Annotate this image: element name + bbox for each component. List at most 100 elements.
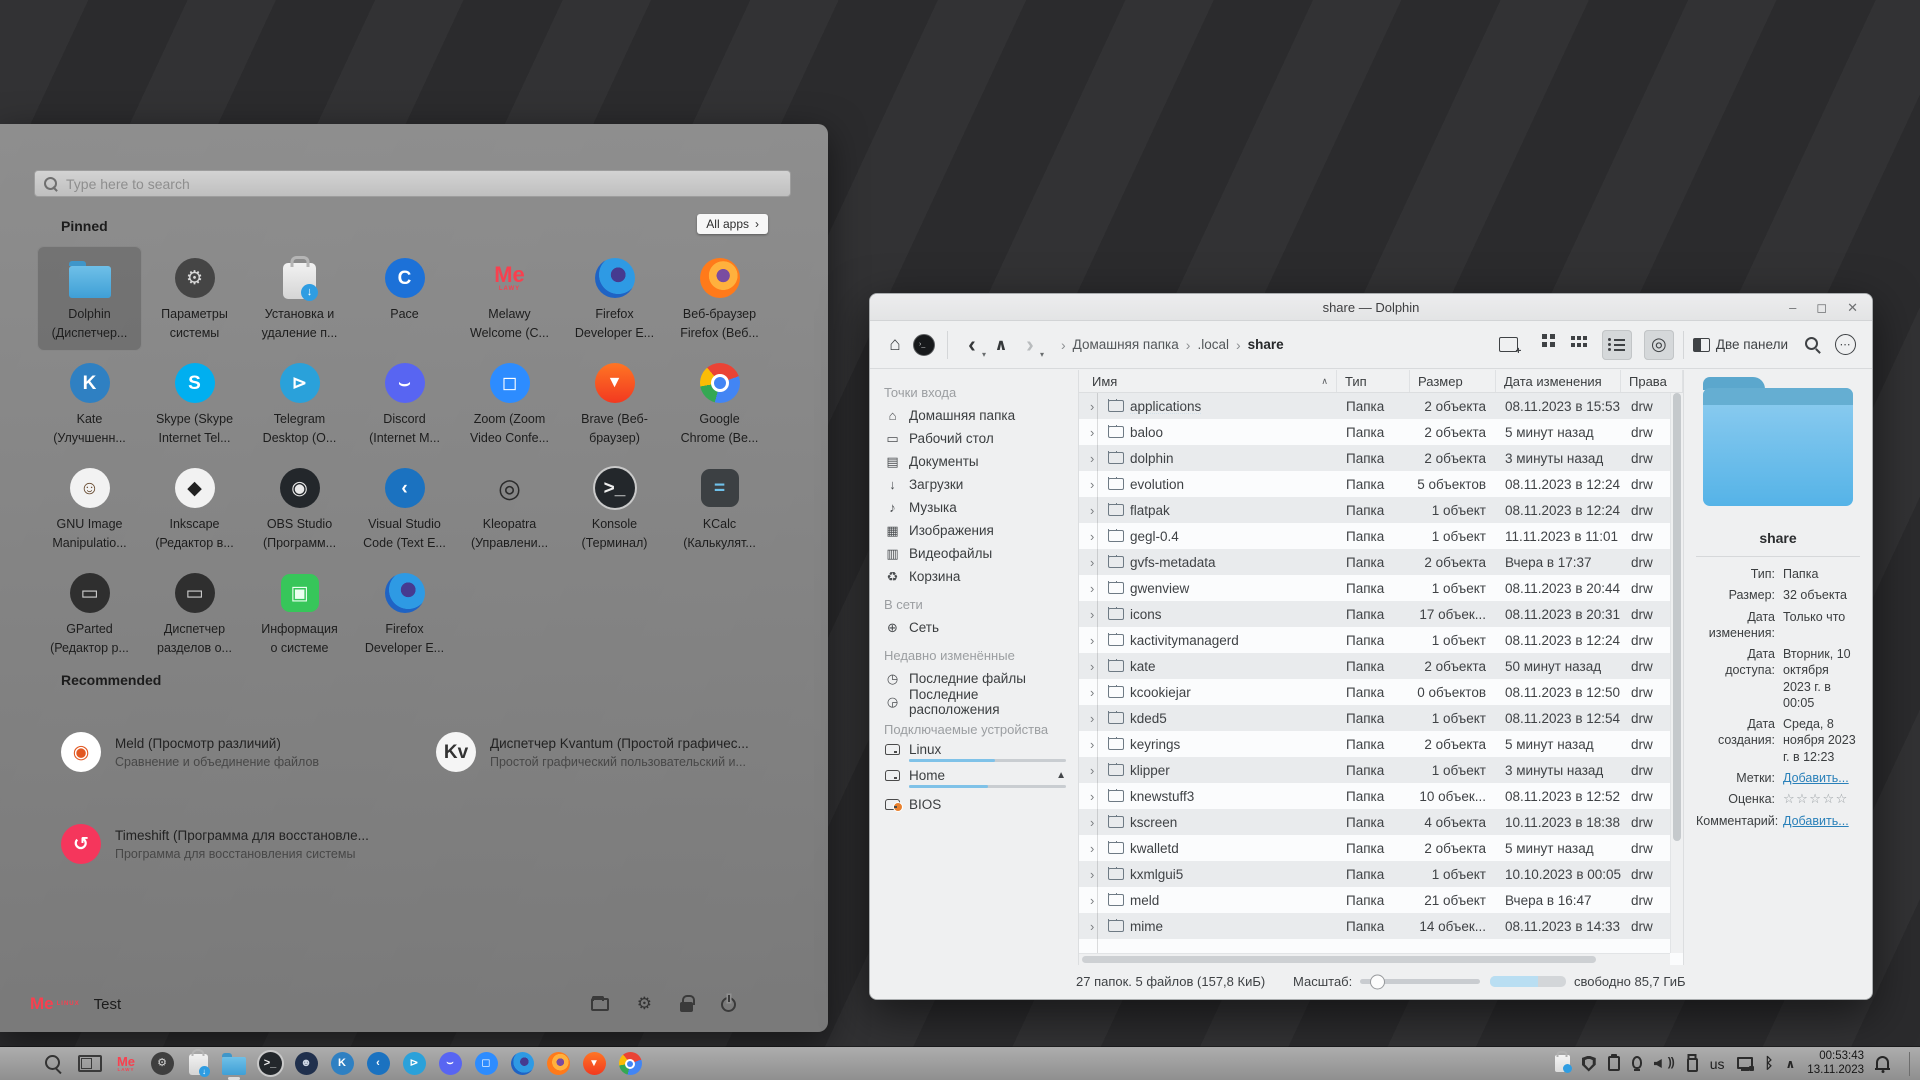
taskbar-app-discover[interactable] xyxy=(186,1052,210,1076)
konsole-profile-icon[interactable] xyxy=(913,334,935,356)
breadcrumb-local[interactable]: .local xyxy=(1197,337,1229,352)
expand-icon[interactable]: › xyxy=(1090,451,1102,466)
sidebar-item-корзина[interactable]: ♻Корзина xyxy=(870,565,1078,588)
zoom-slider[interactable] xyxy=(1360,979,1480,984)
files-button[interactable] xyxy=(591,998,609,1011)
expand-icon[interactable]: › xyxy=(1090,711,1102,726)
column-header-name[interactable]: Имя ∧ xyxy=(1079,370,1337,392)
launcher-app-skype[interactable]: SSkype (SkypeInternet Tel... xyxy=(142,351,247,456)
table-row[interactable]: ›keyringsПапка2 объекта5 минут назадdrw xyxy=(1079,731,1670,757)
split-view-button[interactable]: Две панели xyxy=(1693,330,1796,360)
expand-icon[interactable]: › xyxy=(1090,893,1102,908)
sidebar-item-последние-расположения[interactable]: ◶Последние расположения xyxy=(870,690,1078,713)
taskbar-app-chrome[interactable] xyxy=(618,1052,642,1076)
launcher-app-melawy-welcome[interactable]: MeLAWYMelawyWelcome (C... xyxy=(457,246,562,351)
back-button[interactable]: ‹▾ xyxy=(960,331,984,358)
taskbar-app-zoom[interactable]: ◻ xyxy=(474,1052,498,1076)
column-header-modified[interactable]: Дата изменения xyxy=(1496,370,1621,392)
table-row[interactable]: ›gvfs-metadataПапка2 объектаВчера в 17:3… xyxy=(1079,549,1670,575)
recommended-item-kvantum[interactable]: KvДиспетчер Kvantum (Простой графичес...… xyxy=(436,706,801,798)
table-row[interactable]: ›kscreenПапка4 объекта10.11.2023 в 18:38… xyxy=(1079,809,1670,835)
launcher-app-gparted[interactable]: ▭GParted(Редактор р... xyxy=(37,561,142,666)
table-row[interactable]: ›kwalletdПапка2 объекта5 минут назадdrw xyxy=(1079,835,1670,861)
expand-icon[interactable]: › xyxy=(1090,815,1102,830)
launcher-app-konsole[interactable]: >_Konsole(Терминал) xyxy=(562,456,667,561)
launcher-app-dolphin[interactable]: Dolphin(Диспетчер... xyxy=(37,246,142,351)
launcher-app-obs-studio[interactable]: ◉OBS Studio(Программ... xyxy=(247,456,352,561)
launcher-app-google-chrome[interactable]: GoogleChrome (Ве... xyxy=(667,351,772,456)
security-tray-icon[interactable] xyxy=(1582,1056,1596,1072)
sidebar-item-музыка[interactable]: ♪Музыка xyxy=(870,496,1078,519)
expand-icon[interactable]: › xyxy=(1090,503,1102,518)
close-button[interactable]: ✕ xyxy=(1847,301,1858,314)
launcher-app-gimp[interactable]: ☺GNU ImageManipulatio... xyxy=(37,456,142,561)
volume-tray-icon[interactable] xyxy=(1654,1056,1675,1071)
power-button[interactable] xyxy=(721,997,736,1012)
recommended-item-timeshift[interactable]: ↺Timeshift (Программа для восстановле...… xyxy=(61,798,391,890)
expand-icon[interactable]: › xyxy=(1090,685,1102,700)
launcher-app-zoom[interactable]: ◻Zoom (ZoomVideo Confe... xyxy=(457,351,562,456)
table-row[interactable]: ›knewstuff3Папка10 объек...08.11.2023 в … xyxy=(1079,783,1670,809)
launcher-app-discord[interactable]: ⌣Discord(Internet M... xyxy=(352,351,457,456)
keyboard-layout-indicator[interactable]: us xyxy=(1710,1056,1725,1072)
eject-icon[interactable]: ▲ xyxy=(1056,770,1066,781)
zoom-slider-knob[interactable] xyxy=(1370,974,1385,989)
bluetooth-tray-icon[interactable]: ᛒ xyxy=(1765,1055,1774,1072)
launcher-app-firefox-developer[interactable]: FirefoxDeveloper E... xyxy=(562,246,667,351)
column-header-permissions[interactable]: Права xyxy=(1621,370,1683,392)
table-row[interactable]: ›kateПапка2 объекта50 минут назадdrw xyxy=(1079,653,1670,679)
expand-icon[interactable]: › xyxy=(1090,659,1102,674)
launcher-search-input[interactable] xyxy=(66,176,781,192)
night-color-tray-icon[interactable] xyxy=(1632,1056,1642,1069)
compact-view-button[interactable] xyxy=(1570,330,1600,360)
taskbar-app-discord[interactable]: ⌣ xyxy=(438,1052,462,1076)
forward-button[interactable]: ›▾ xyxy=(1018,331,1042,358)
launcher-app-firefox-developer-2[interactable]: FirefoxDeveloper E... xyxy=(352,561,457,666)
expand-icon[interactable]: › xyxy=(1090,607,1102,622)
notifications-icon[interactable] xyxy=(1876,1056,1889,1068)
sidebar-item-домашняя-папка[interactable]: ⌂Домашняя папка xyxy=(870,404,1078,427)
preview-button[interactable]: ◎ xyxy=(1644,330,1674,360)
sidebar-item-загрузки[interactable]: ↓Загрузки xyxy=(870,473,1078,496)
clipboard-tray-icon[interactable] xyxy=(1608,1056,1620,1071)
removable-devices-tray-icon[interactable] xyxy=(1687,1058,1698,1072)
table-row[interactable]: ›klipperПапка1 объект3 минуты назадdrw xyxy=(1079,757,1670,783)
titlebar[interactable]: share — Dolphin – ◻ ✕ xyxy=(870,294,1872,321)
expand-icon[interactable]: › xyxy=(1090,919,1102,934)
vertical-scrollbar[interactable] xyxy=(1670,393,1683,953)
table-row[interactable]: ›kcookiejarПапка0 объектов08.11.2023 в 1… xyxy=(1079,679,1670,705)
launcher-app-inkscape[interactable]: ◆Inkscape(Редактор в... xyxy=(142,456,247,561)
minimize-button[interactable]: – xyxy=(1789,301,1796,314)
launcher-app-partition-manager[interactable]: ▭Диспетчерразделов о... xyxy=(142,561,247,666)
launcher-app-firefox[interactable]: Веб-браузерFirefox (Веб... xyxy=(667,246,772,351)
taskbar-app-firefox-developer[interactable] xyxy=(510,1052,534,1076)
expand-icon[interactable]: › xyxy=(1090,399,1102,414)
search-button[interactable] xyxy=(1798,330,1828,360)
table-row[interactable]: ›kxmlgui5Папка1 объект10.10.2023 в 00:05… xyxy=(1079,861,1670,887)
launcher-app-telegram[interactable]: ⊳TelegramDesktop (O... xyxy=(247,351,352,456)
taskbar-app-konsole[interactable]: >_ xyxy=(258,1052,282,1076)
taskbar-app-brave[interactable]: ▼ xyxy=(582,1052,606,1076)
taskbar-app-firefox[interactable] xyxy=(546,1052,570,1076)
expand-icon[interactable]: › xyxy=(1090,763,1102,778)
launcher-app-system-info[interactable]: ▣Информацияо системе xyxy=(247,561,352,666)
table-row[interactable]: ›meldПапка21 объектВчера в 16:47drw xyxy=(1079,887,1670,913)
taskbar-app-search[interactable] xyxy=(42,1052,66,1076)
updates-tray-icon[interactable] xyxy=(1555,1055,1570,1072)
expand-icon[interactable]: › xyxy=(1090,841,1102,856)
menu-button[interactable]: ⋯ xyxy=(1830,330,1860,360)
home-icon[interactable]: ⌂ xyxy=(882,330,908,360)
table-row[interactable]: ›iconsПапка17 объек...08.11.2023 в 20:31… xyxy=(1079,601,1670,627)
table-row[interactable]: ›gegl-0.4Папка1 объект11.11.2023 в 11:01… xyxy=(1079,523,1670,549)
taskbar-app-telegram[interactable]: ⊳ xyxy=(402,1052,426,1076)
up-button[interactable]: ∧ xyxy=(989,335,1013,355)
expand-icon[interactable]: › xyxy=(1090,555,1102,570)
sidebar-item-bios[interactable]: BIOS xyxy=(870,793,1078,816)
sidebar-item-видеофайлы[interactable]: ▥Видеофайлы xyxy=(870,542,1078,565)
icons-view-button[interactable] xyxy=(1538,330,1568,360)
taskbar-app-app-launcher[interactable] xyxy=(6,1052,30,1076)
show-desktop-edge[interactable] xyxy=(1909,1052,1910,1076)
digital-clock[interactable]: 00:53:43 13.11.2023 xyxy=(1807,1050,1864,1078)
taskbar-app-melawy-menu[interactable]: MeLAWY xyxy=(114,1052,138,1076)
launcher-app-vscode[interactable]: ‹Visual StudioCode (Text E... xyxy=(352,456,457,561)
